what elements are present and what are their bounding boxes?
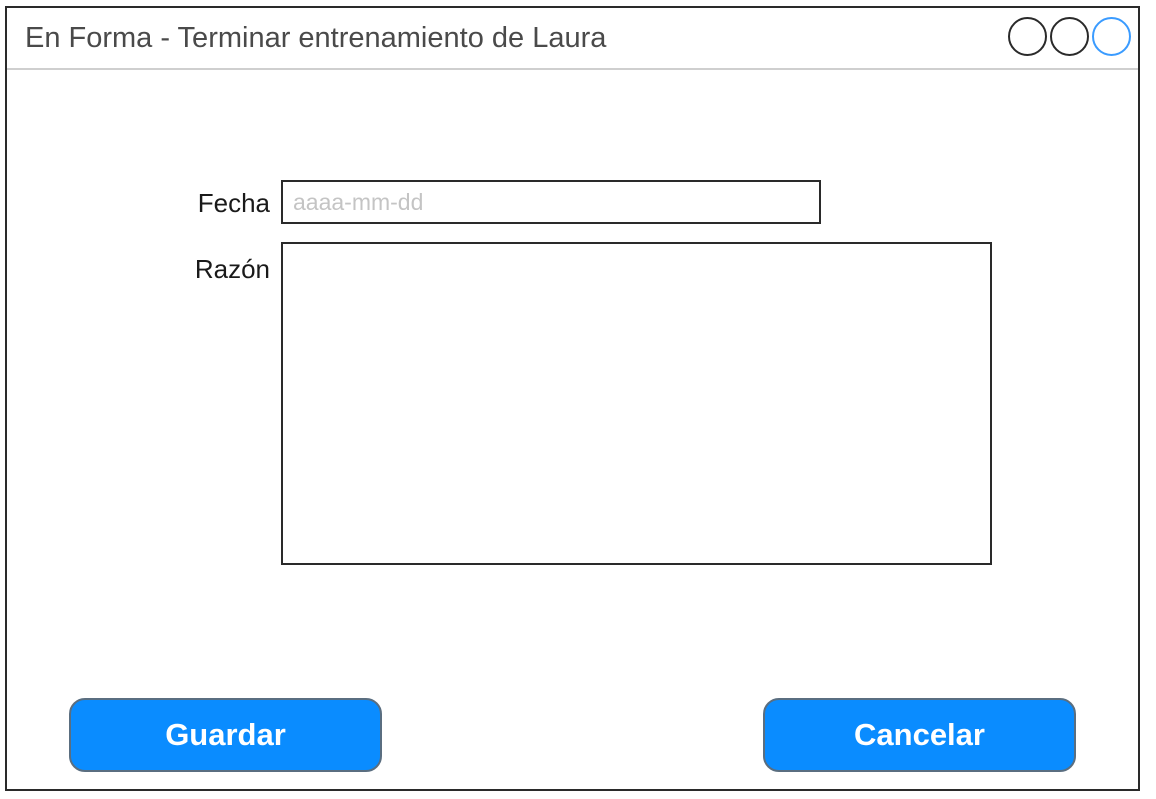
window-controls xyxy=(1008,17,1131,56)
window-control-button-1[interactable] xyxy=(1008,17,1047,56)
cancel-button[interactable]: Cancelar xyxy=(763,698,1076,772)
window-control-button-2[interactable] xyxy=(1050,17,1089,56)
date-label: Fecha xyxy=(197,188,270,218)
reason-textarea[interactable] xyxy=(281,242,992,565)
title-bar: En Forma - Terminar entrenamiento de Lau… xyxy=(7,8,1138,70)
dialog-window: En Forma - Terminar entrenamiento de Lau… xyxy=(5,6,1140,791)
save-button[interactable]: Guardar xyxy=(69,698,382,772)
date-input[interactable] xyxy=(281,180,821,224)
reason-label: Razón xyxy=(194,254,270,284)
window-title: En Forma - Terminar entrenamiento de Lau… xyxy=(25,22,607,54)
window-control-button-3[interactable] xyxy=(1092,17,1131,56)
